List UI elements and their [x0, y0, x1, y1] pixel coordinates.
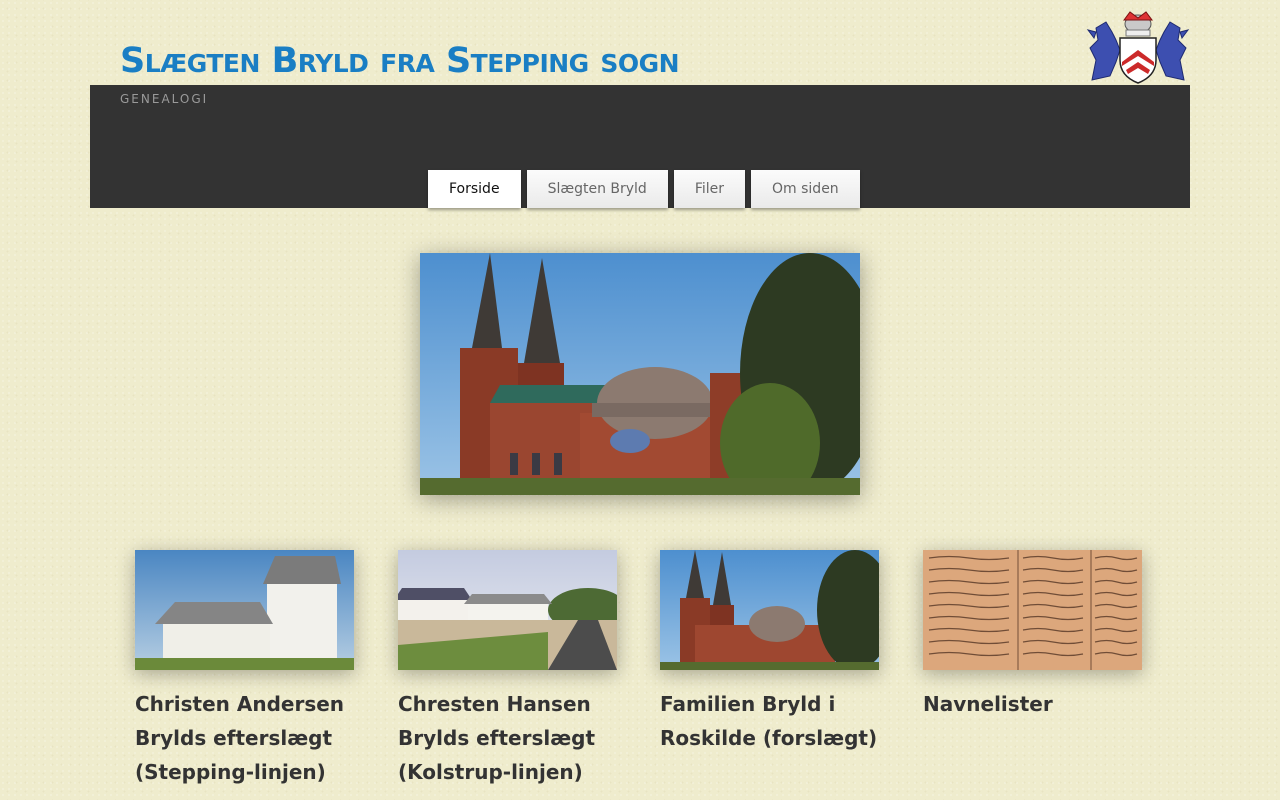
tab-filer[interactable]: Filer	[673, 170, 746, 208]
coat-of-arms-logo[interactable]	[1086, 10, 1190, 85]
card-roskilde-forslaegt[interactable]: Familien Bryld i Roskilde (forslægt)	[660, 550, 879, 755]
card-title[interactable]: Navnelister	[923, 687, 1142, 721]
tab-slaegten-bryld[interactable]: Slægten Bryld	[526, 170, 668, 208]
card-title[interactable]: Chresten Hansen Brylds efterslægt (Kolst…	[398, 687, 617, 789]
site-title[interactable]: Slægten Bryld fra Stepping sogn	[120, 40, 680, 82]
tab-om-siden[interactable]: Om siden	[751, 170, 860, 208]
card-thumbnail-handwritten-list[interactable]	[923, 550, 1142, 670]
main-nav: Forside Slægten Bryld Filer Om siden	[428, 170, 860, 208]
site-tagline: Genealogi	[120, 92, 209, 106]
hero-cathedral-image	[420, 253, 860, 495]
card-title[interactable]: Christen Andersen Brylds efterslægt (Ste…	[135, 687, 354, 789]
card-thumbnail-farm-road[interactable]	[398, 550, 617, 670]
card-thumbnail-cathedral[interactable]	[660, 550, 879, 670]
card-title[interactable]: Familien Bryld i Roskilde (forslægt)	[660, 687, 879, 755]
card-stepping-linjen[interactable]: Christen Andersen Brylds efterslægt (Ste…	[135, 550, 354, 789]
card-kolstrup-linjen[interactable]: Chresten Hansen Brylds efterslægt (Kolst…	[398, 550, 617, 789]
card-thumbnail-white-church[interactable]	[135, 550, 354, 670]
tab-forside[interactable]: Forside	[428, 170, 521, 208]
card-navnelister[interactable]: Navnelister	[923, 550, 1142, 721]
